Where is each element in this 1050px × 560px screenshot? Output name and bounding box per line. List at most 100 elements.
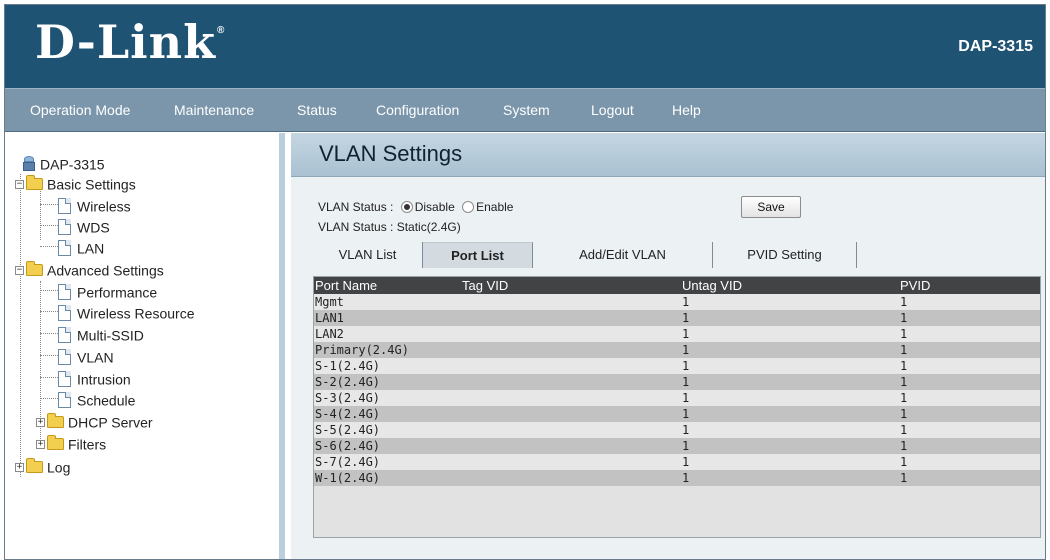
cell-untag-vid: 1 xyxy=(682,295,690,309)
tree-log-label: Log xyxy=(47,459,71,476)
page-icon xyxy=(58,198,71,215)
content-panel: VLAN Settings VLAN Status : Disable Enab… xyxy=(291,133,1045,559)
tree-item-wireless[interactable]: Wireless xyxy=(58,195,131,215)
cell-port-name: S-4(2.4G) xyxy=(315,407,381,421)
tree-item-label: Multi-SSID xyxy=(77,327,144,344)
cell-port-name: S-2(2.4G) xyxy=(315,375,381,389)
tree-line xyxy=(20,174,21,477)
tree-item-intrusion[interactable]: Intrusion xyxy=(58,368,131,388)
nav-help[interactable]: Help xyxy=(672,102,701,118)
tree-root-dap[interactable]: DAP-3315 xyxy=(22,153,105,173)
table-row: S-3(2.4G) 1 1 xyxy=(314,390,1040,406)
expand-icon[interactable]: + xyxy=(36,439,45,449)
cell-pvid: 1 xyxy=(900,311,908,325)
vlan-status-static: VLAN Status : Static(2.4G) xyxy=(318,220,461,234)
tree-item-label: Performance xyxy=(77,284,158,301)
tree-item-label: VLAN xyxy=(77,349,114,366)
tree-item-schedule[interactable]: Schedule xyxy=(58,389,135,409)
nav-status[interactable]: Status xyxy=(297,102,337,118)
cell-port-name: S-1(2.4G) xyxy=(315,359,381,373)
tree-item-wireless-resource[interactable]: Wireless Resource xyxy=(58,302,194,322)
cell-port-name: S-5(2.4G) xyxy=(315,423,381,437)
port-list-table: Port Name Tag VID Untag VID PVID Mgmt 1 1 L… xyxy=(313,276,1041,538)
tree-line xyxy=(40,246,58,247)
nav-maintenance[interactable]: Maintenance xyxy=(174,102,254,118)
tree-root-label: DAP-3315 xyxy=(40,156,105,173)
enable-radio[interactable] xyxy=(462,201,475,213)
table-row: Primary(2.4G) 1 1 xyxy=(314,342,1040,358)
table-row: W-1(2.4G) 1 1 xyxy=(314,470,1040,486)
cell-pvid: 1 xyxy=(900,343,908,357)
brand-text: D-Link xyxy=(35,15,216,69)
folder-open-icon xyxy=(26,175,43,191)
tree-line xyxy=(40,311,58,312)
table-row: S-7(2.4G) 1 1 xyxy=(314,454,1040,470)
cell-port-name: S-3(2.4G) xyxy=(315,391,381,405)
collapse-icon[interactable]: − xyxy=(15,179,24,189)
vlan-status-label: VLAN Status : xyxy=(318,200,394,214)
page-icon xyxy=(58,349,71,366)
save-button[interactable]: Save xyxy=(741,196,801,218)
nav-operation-mode[interactable]: Operation Mode xyxy=(30,102,130,118)
cell-port-name: Mgmt xyxy=(315,295,344,309)
main-nav: Operation Mode Maintenance Status Config… xyxy=(5,88,1045,132)
collapse-icon[interactable]: − xyxy=(15,265,24,275)
cell-untag-vid: 1 xyxy=(682,391,690,405)
tree-log[interactable]: + Log xyxy=(15,456,70,476)
app-window: D-Link® DAP-3315 Operation Mode Maintena… xyxy=(4,4,1046,560)
tab-pvid-setting[interactable]: PVID Setting xyxy=(713,242,857,268)
tree-dhcp-server[interactable]: + DHCP Server xyxy=(36,411,153,431)
disable-radio[interactable] xyxy=(400,201,413,213)
tree-item-lan[interactable]: LAN xyxy=(58,237,104,257)
cell-untag-vid: 1 xyxy=(682,423,690,437)
tree-item-label: Intrusion xyxy=(77,371,131,388)
table-row: S-4(2.4G) 1 1 xyxy=(314,406,1040,422)
tree-advanced-settings[interactable]: − Advanced Settings xyxy=(15,259,164,279)
tree-filters[interactable]: + Filters xyxy=(36,433,106,453)
folder-icon xyxy=(26,458,43,474)
page-icon xyxy=(58,392,71,409)
expand-icon[interactable]: + xyxy=(36,417,45,427)
tab-port-list[interactable]: Port List xyxy=(423,242,533,268)
tree-basic-settings[interactable]: − Basic Settings xyxy=(15,173,136,193)
column-header-pvid: PVID xyxy=(900,278,931,293)
nav-configuration[interactable]: Configuration xyxy=(376,102,459,118)
tree-item-label: Wireless xyxy=(77,198,131,215)
cell-pvid: 1 xyxy=(900,359,908,373)
page-title: VLAN Settings xyxy=(319,141,463,166)
tree-item-multi-ssid[interactable]: Multi-SSID xyxy=(58,324,144,344)
cell-untag-vid: 1 xyxy=(682,455,690,469)
access-point-icon xyxy=(22,156,36,172)
folder-icon xyxy=(47,435,64,451)
cell-untag-vid: 1 xyxy=(682,311,690,325)
tree-item-vlan[interactable]: VLAN xyxy=(58,346,114,366)
page-icon xyxy=(58,219,71,236)
header-bar: D-Link® DAP-3315 xyxy=(5,5,1045,88)
tree-line xyxy=(40,290,58,291)
page-icon xyxy=(58,327,71,344)
table-row: LAN2 1 1 xyxy=(314,326,1040,342)
tree-item-wds[interactable]: WDS xyxy=(58,216,110,236)
cell-untag-vid: 1 xyxy=(682,343,690,357)
column-header-port-name: Port Name xyxy=(315,278,378,293)
enable-label: Enable xyxy=(476,200,514,214)
tab-vlan-list[interactable]: VLAN List xyxy=(313,242,423,268)
cell-pvid: 1 xyxy=(900,295,908,309)
cell-pvid: 1 xyxy=(900,391,908,405)
tab-add-edit-vlan[interactable]: Add/Edit VLAN xyxy=(533,242,713,268)
nav-logout[interactable]: Logout xyxy=(591,102,634,118)
folder-icon xyxy=(47,413,64,429)
cell-port-name: S-7(2.4G) xyxy=(315,455,381,469)
page-icon xyxy=(58,371,71,388)
cell-pvid: 1 xyxy=(900,407,908,421)
expand-icon[interactable]: + xyxy=(15,462,24,472)
tree-item-performance[interactable]: Performance xyxy=(58,281,157,301)
table-row: Mgmt 1 1 xyxy=(314,294,1040,310)
column-header-tag-vid: Tag VID xyxy=(462,278,509,293)
model-name: DAP-3315 xyxy=(958,38,1033,55)
nav-system[interactable]: System xyxy=(503,102,550,118)
tree-item-label: Wireless Resource xyxy=(77,305,195,322)
tree-line xyxy=(40,333,58,334)
tree-basic-settings-label: Basic Settings xyxy=(47,176,136,193)
cell-pvid: 1 xyxy=(900,423,908,437)
